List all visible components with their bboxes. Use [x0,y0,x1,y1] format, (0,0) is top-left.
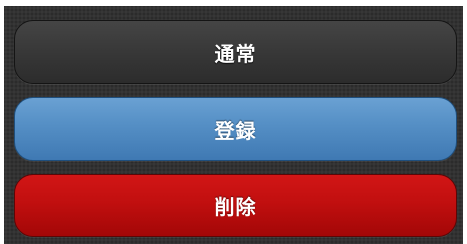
register-button[interactable]: 登録 [14,97,457,161]
normal-button[interactable]: 通常 [14,20,457,84]
register-button-label: 登録 [214,118,257,143]
delete-button[interactable]: 削除 [14,174,457,237]
delete-button-label: 削除 [214,195,257,219]
normal-button-label: 通常 [214,41,257,66]
button-panel: 通常 登録 削除 [4,6,463,244]
